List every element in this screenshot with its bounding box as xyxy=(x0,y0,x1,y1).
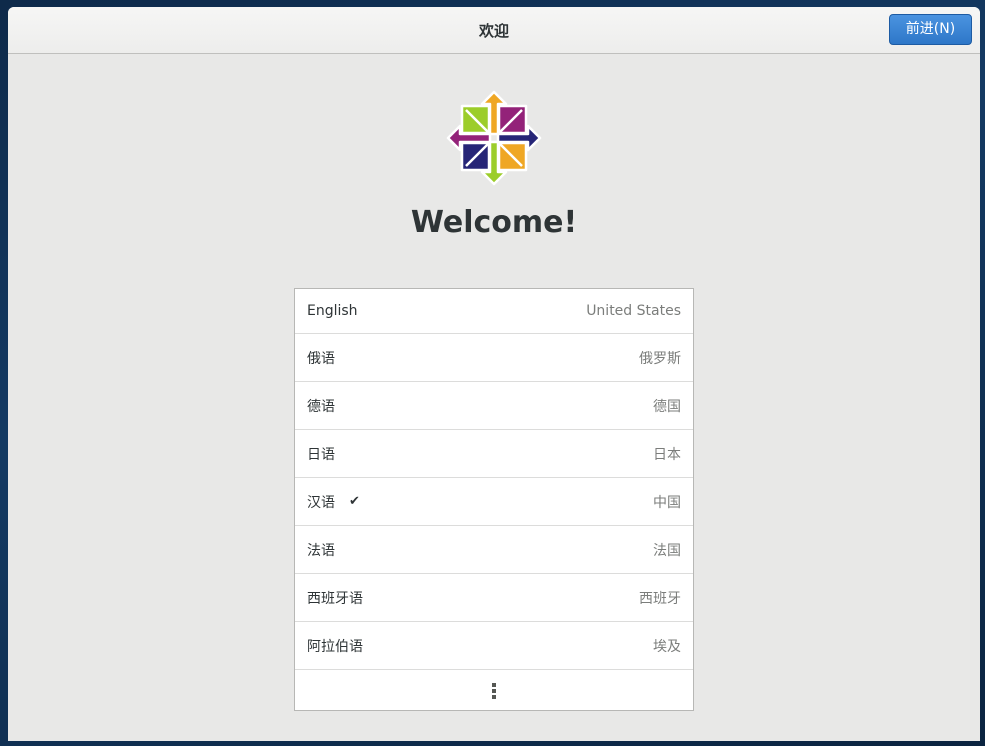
language-name: English xyxy=(307,303,358,319)
window-title: 欢迎 xyxy=(478,22,509,40)
language-row-chinese[interactable]: 汉语 ✔ 中国 xyxy=(295,478,693,526)
language-row-arabic[interactable]: 阿拉伯语 埃及 xyxy=(295,622,693,670)
centos-logo-icon xyxy=(446,90,542,186)
welcome-heading: Welcome! xyxy=(410,205,578,240)
language-region: 西班牙 xyxy=(639,590,681,607)
language-row-french[interactable]: 法语 法国 xyxy=(295,526,693,574)
language-row-german[interactable]: 德语 德国 xyxy=(295,382,693,430)
language-list: English United States 俄语 俄罗斯 德语 德国 日语 日本… xyxy=(294,288,694,711)
language-name: 日语 xyxy=(307,446,335,463)
language-region: 俄罗斯 xyxy=(639,350,681,367)
language-row-spanish[interactable]: 西班牙语 西班牙 xyxy=(295,574,693,622)
language-region: 中国 xyxy=(653,494,681,511)
language-row-russian[interactable]: 俄语 俄罗斯 xyxy=(295,334,693,382)
language-region: 日本 xyxy=(653,446,681,463)
language-name: 阿拉伯语 xyxy=(307,638,363,655)
language-region: 德国 xyxy=(653,398,681,415)
language-name: 法语 xyxy=(307,542,335,559)
language-region: 埃及 xyxy=(653,638,681,655)
more-languages-button[interactable] xyxy=(295,670,693,710)
headerbar: 欢迎 前进(N) xyxy=(8,7,980,54)
language-row-english[interactable]: English United States xyxy=(295,289,693,334)
check-icon: ✔ xyxy=(349,493,360,509)
next-button[interactable]: 前进(N) xyxy=(889,14,972,45)
language-name: 德语 xyxy=(307,398,335,415)
language-name: 西班牙语 xyxy=(307,590,363,607)
language-region: 法国 xyxy=(653,542,681,559)
setup-window: 欢迎 前进(N) Welcome! English United States xyxy=(8,7,980,741)
more-vertical-icon xyxy=(492,683,496,699)
language-row-japanese[interactable]: 日语 日本 xyxy=(295,430,693,478)
language-region: United States xyxy=(586,303,681,319)
language-name: 汉语 xyxy=(307,494,335,511)
language-name: 俄语 xyxy=(307,350,335,367)
